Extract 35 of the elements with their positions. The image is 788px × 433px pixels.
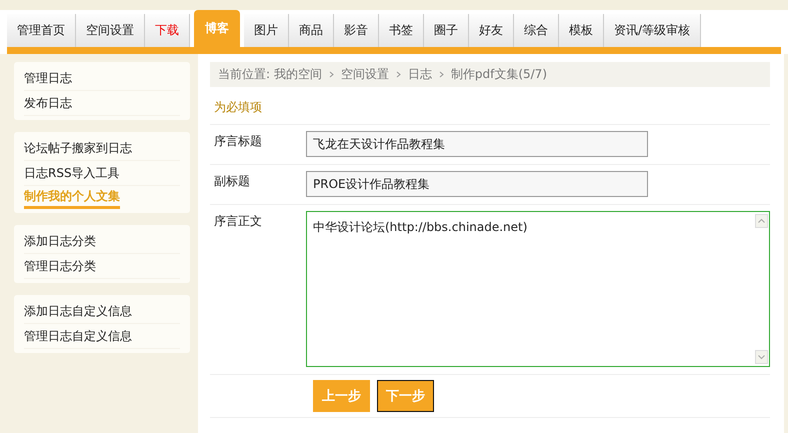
- nav-tab[interactable]: 圈子: [424, 14, 469, 47]
- text-area[interactable]: 中华设计论坛(http://bbs.chinade.net): [306, 211, 770, 367]
- sidebar-item[interactable]: 论坛帖子搬家到日志: [24, 136, 180, 161]
- nav-tab[interactable]: 综合: [514, 14, 559, 47]
- nav-tab[interactable]: 商品: [289, 14, 334, 47]
- scroll-down-icon[interactable]: [755, 350, 768, 364]
- nav-tab[interactable]: 空间设置: [76, 14, 145, 47]
- sidebar-item[interactable]: 管理日志: [24, 66, 180, 91]
- nav-tab[interactable]: 图片: [244, 14, 289, 47]
- chevron-icon: [396, 71, 401, 78]
- nav-tab[interactable]: 书签: [379, 14, 424, 47]
- required-note: 为必填项: [210, 87, 770, 125]
- sidebar-item[interactable]: 管理日志分类: [24, 254, 180, 279]
- input-field[interactable]: 飞龙在天设计作品教程集: [306, 131, 648, 157]
- chevron-icon: [438, 71, 444, 78]
- nav-tab[interactable]: 好友: [469, 14, 514, 47]
- sidebar-item[interactable]: 发布日志: [24, 91, 180, 116]
- chevron-icon: [328, 71, 334, 78]
- breadcrumb-link[interactable]: 制作pdf文集(5/7): [450, 66, 547, 83]
- nav-tab[interactable]: 影音: [334, 14, 379, 47]
- breadcrumb-link[interactable]: 空间设置: [340, 66, 389, 83]
- scroll-up-icon[interactable]: [755, 214, 768, 228]
- field-label: 序言正文: [214, 213, 263, 230]
- sidebar-item[interactable]: 添加日志自定义信息: [24, 299, 180, 324]
- input-field[interactable]: PROE设计作品教程集: [306, 171, 648, 197]
- sidebar-item[interactable]: 管理日志自定义信息: [24, 324, 180, 349]
- breadcrumb-link[interactable]: 日志: [408, 66, 432, 83]
- sidebar-item[interactable]: 添加日志分类: [24, 229, 180, 254]
- nav-tab[interactable]: 下载: [145, 14, 190, 47]
- sidebar-item[interactable]: 日志RSS导入工具: [24, 161, 180, 186]
- nav-tab[interactable]: 资讯/等级审核: [604, 14, 702, 47]
- nav-tab[interactable]: 模板: [559, 14, 604, 47]
- field-label: 序言标题: [214, 133, 263, 150]
- nav-tab[interactable]: 管理首页: [7, 14, 76, 47]
- field-label: 副标题: [214, 173, 251, 190]
